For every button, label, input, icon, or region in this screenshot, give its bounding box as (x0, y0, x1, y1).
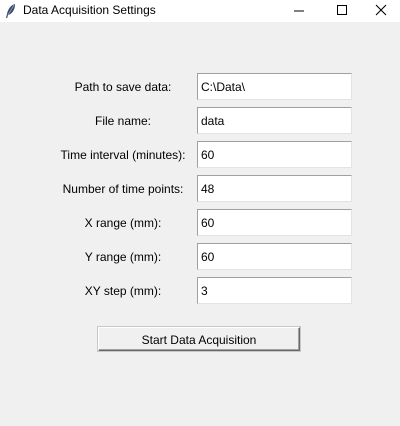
time-points-input[interactable] (198, 176, 351, 201)
y-range-field[interactable] (197, 243, 352, 270)
x-range-field[interactable] (197, 209, 352, 236)
time-interval-input[interactable] (198, 142, 351, 167)
minimize-icon (294, 10, 304, 12)
start-acquisition-button[interactable]: Start Data Acquisition (98, 327, 300, 351)
title-bar[interactable]: Data Acquisition Settings (0, 0, 400, 22)
close-icon (375, 4, 387, 16)
x-range-row: X range (mm): (0, 209, 400, 236)
path-input[interactable] (198, 74, 351, 99)
path-field[interactable] (197, 73, 352, 100)
xy-step-row: XY step (mm): (0, 277, 400, 304)
minimize-button[interactable] (282, 0, 318, 22)
time-interval-field[interactable] (197, 141, 352, 168)
app-window: Data Acquisition Settings Path to save d… (0, 0, 400, 426)
close-button[interactable] (364, 0, 400, 22)
filename-row: File name: (0, 107, 400, 134)
window-title: Data Acquisition Settings (23, 3, 156, 17)
maximize-icon (337, 5, 347, 15)
time-interval-row: Time interval (minutes): (0, 141, 400, 168)
y-range-row: Y range (mm): (0, 243, 400, 270)
feather-icon (4, 3, 18, 19)
xy-step-input[interactable] (198, 278, 351, 303)
path-row: Path to save data: (0, 73, 400, 100)
y-range-input[interactable] (198, 244, 351, 269)
filename-field[interactable] (197, 107, 352, 134)
x-range-input[interactable] (198, 210, 351, 235)
time-points-field[interactable] (197, 175, 352, 202)
time-points-row: Number of time points: (0, 175, 400, 202)
filename-input[interactable] (198, 108, 351, 133)
maximize-button[interactable] (325, 0, 361, 22)
xy-step-field[interactable] (197, 277, 352, 304)
